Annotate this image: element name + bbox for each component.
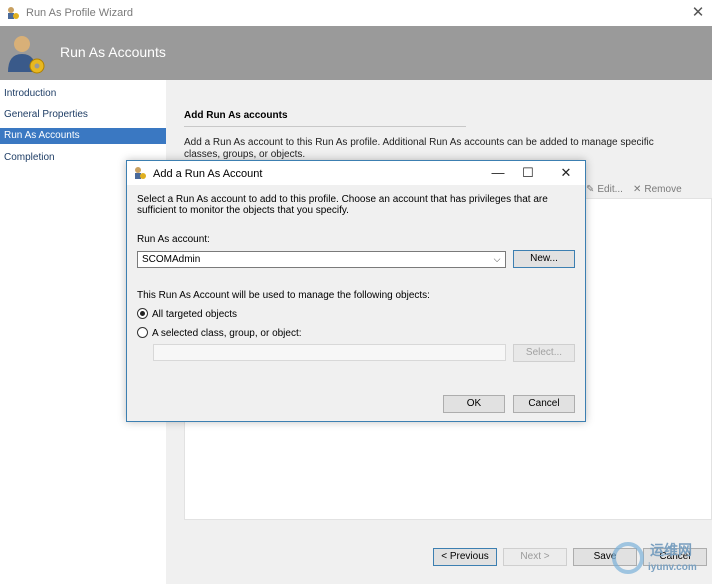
page-header: Run As Accounts xyxy=(0,26,712,80)
radio-all-label: All targeted objects xyxy=(152,309,238,320)
nav-item-introduction[interactable]: Introduction xyxy=(0,86,166,102)
add-run-as-account-dialog: Add a Run As Account — ☐ ✕ Select a Run … xyxy=(126,160,586,422)
run-as-account-select[interactable]: SCOMAdmin ⌵ xyxy=(137,251,506,268)
radio-selected-icon xyxy=(137,308,148,319)
page-title: Run As Accounts xyxy=(60,44,166,60)
ok-button[interactable]: OK xyxy=(443,395,505,413)
radio-unselected-icon xyxy=(137,327,148,338)
user-gear-icon xyxy=(8,36,45,74)
edit-label: Edit... xyxy=(597,184,623,195)
close-icon[interactable]: ✕ xyxy=(688,3,708,23)
new-account-button[interactable]: New... xyxy=(513,250,575,268)
section-description: Add a Run As account to this Run As prof… xyxy=(184,137,654,160)
radio-selected-label: A selected class, group, or object: xyxy=(152,328,302,339)
remove-button[interactable]: ✕ Remove xyxy=(633,184,682,195)
radio-selected-class-group-object[interactable]: A selected class, group, or object: xyxy=(137,327,302,341)
watermark: 运维网 iyunv.com xyxy=(610,536,710,582)
section-title: Add Run As accounts xyxy=(184,110,288,121)
account-icon xyxy=(135,167,146,179)
manage-objects-text: This Run As Account will be used to mana… xyxy=(137,290,430,301)
dialog-cancel-button[interactable]: Cancel xyxy=(513,395,575,413)
watermark-text: 运维网 xyxy=(650,542,692,558)
chevron-down-icon: ⌵ xyxy=(493,254,501,264)
x-icon: ✕ xyxy=(633,184,642,195)
selected-object-field xyxy=(153,344,506,361)
dialog-title-bar: Add a Run As Account — ☐ ✕ xyxy=(127,161,585,185)
dialog-description: Select a Run As account to add to this p… xyxy=(137,194,548,216)
select-object-button: Select... xyxy=(513,344,575,362)
minimize-icon[interactable]: — xyxy=(483,163,513,183)
watermark-subtext: iyunv.com xyxy=(648,562,697,573)
close-icon[interactable]: ✕ xyxy=(551,163,581,183)
pencil-icon: ✎ xyxy=(586,184,595,195)
maximize-icon[interactable]: ☐ xyxy=(513,163,543,183)
previous-button[interactable]: < Previous xyxy=(433,548,497,566)
run-as-account-value: SCOMAdmin xyxy=(142,254,201,265)
nav-item-run-as-accounts[interactable]: Run As Accounts xyxy=(0,128,166,144)
dialog-title: Add a Run As Account xyxy=(153,168,263,180)
remove-label: Remove xyxy=(644,184,682,195)
radio-all-targeted-objects[interactable]: All targeted objects xyxy=(137,308,237,322)
section-divider xyxy=(184,126,466,127)
window-title: Run As Profile Wizard xyxy=(26,7,133,19)
edit-button[interactable]: ✎ Edit... xyxy=(586,184,623,195)
run-as-account-label: Run As account: xyxy=(137,234,210,245)
wizard-icon xyxy=(8,7,19,19)
next-button[interactable]: Next > xyxy=(503,548,567,566)
title-bar: Run As Profile Wizard ✕ xyxy=(0,0,712,26)
nav-item-general-properties[interactable]: General Properties xyxy=(0,107,166,123)
watermark-logo-icon xyxy=(612,542,644,574)
